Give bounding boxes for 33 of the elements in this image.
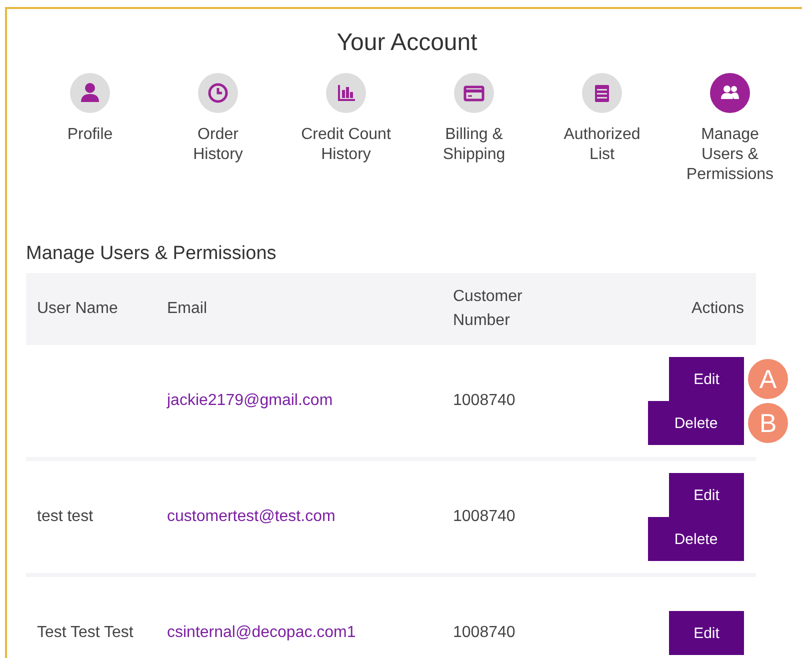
page-title: Your Account [336,29,478,57]
nav-item[interactable]: Order History [154,73,282,185]
column-header: User Name [36,299,119,319]
callout-badge: A [748,359,788,399]
callout-badge: B [748,403,788,443]
table-cell-text: test test [36,508,94,526]
credit-card-icon [454,73,494,113]
column-header: Actions [690,299,745,319]
delete-button[interactable]: Delete [648,401,744,445]
column-header: Email [167,299,208,319]
table-cell-text: 1008740 [453,508,516,526]
edit-button[interactable]: Edit [669,473,744,517]
notepad-icon [582,73,622,113]
email-link[interactable]: customertest@test.com [167,508,336,525]
person-icon [70,73,110,113]
table-cell-text: 1008740 [453,392,516,410]
edit-button[interactable]: Edit [669,611,744,655]
table-cell-text: 1008740 [453,624,516,642]
delete-button[interactable]: Delete [648,517,744,561]
users-icon [710,73,750,113]
section-title: Manage Users & Permissions [26,243,278,265]
bar-chart-icon [326,73,366,113]
table-cell-text: Test Test Test [36,624,134,642]
nav-item[interactable]: Profile [26,73,154,185]
nav-item[interactable]: Authorized List [538,73,666,185]
nav-item[interactable]: Billing & Shipping [410,73,538,185]
edit-button[interactable]: Edit [669,357,744,401]
nav-item[interactable]: Manage Users & Permissions [666,73,794,185]
column-header: Customer Number [453,287,524,331]
email-link[interactable]: csinternal@decopac.com1 [167,624,356,641]
email-link[interactable]: jackie2179@gmail.com [167,392,333,409]
clock-icon [198,73,238,113]
nav-item[interactable]: Credit Count History [282,73,410,185]
